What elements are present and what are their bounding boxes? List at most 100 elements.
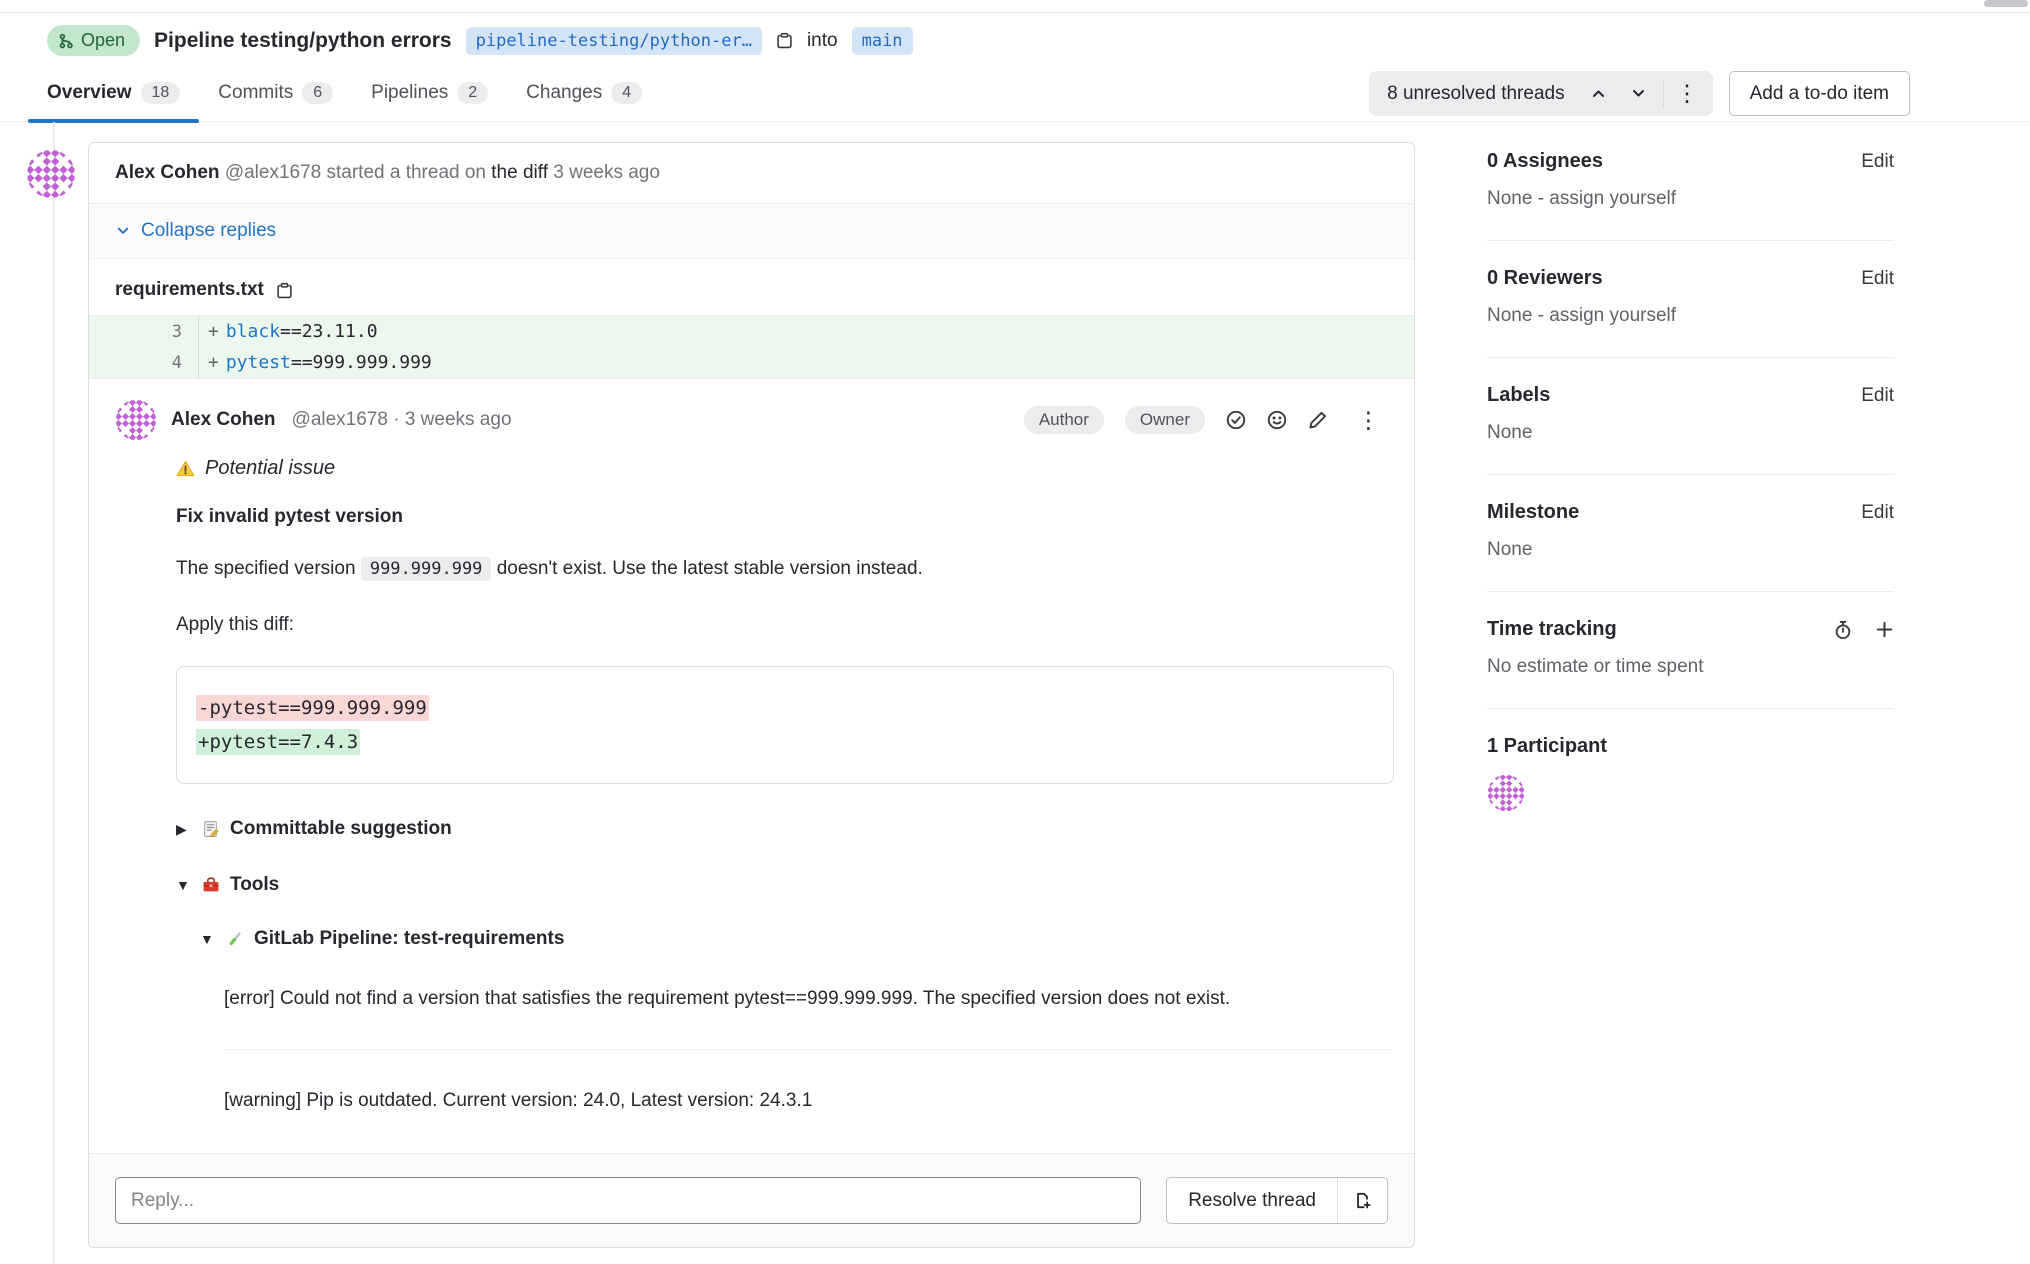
committable-suggestion-toggle[interactable]: ▶ Committable suggestion [176, 818, 1388, 840]
comment-paragraph: The specified version 999.999.999 doesn'… [176, 554, 1388, 584]
tab-changes[interactable]: Changes 4 [507, 64, 661, 121]
package-version: ==23.11.0 [280, 321, 378, 342]
comment-options-kebab-menu[interactable]: ⋮ [1349, 409, 1388, 432]
owner-badge: Owner [1125, 406, 1205, 434]
tab-pipelines[interactable]: Pipelines 2 [352, 64, 507, 121]
triangle-down-icon: ▼ [176, 877, 192, 893]
toolbox-icon [202, 876, 220, 894]
participant-avatar[interactable] [1487, 774, 1525, 812]
source-branch-badge[interactable]: pipeline-testing/python-er… [466, 27, 762, 55]
comment: Alex Cohen @alex1678 · 3 weeks ago Autho… [89, 379, 1414, 1153]
comment-actions: Author Owner ⋮ [1024, 406, 1388, 434]
check-circle-icon [1226, 410, 1246, 430]
reply-input[interactable] [115, 1177, 1141, 1224]
collapse-replies-label: Collapse replies [141, 220, 276, 242]
diff-snippet: 3 +black==23.11.0 4 +pytest==999.999.999 [89, 315, 1414, 379]
pipeline-toggle[interactable]: ▼ GitLab Pipeline: test-requirements [200, 928, 1388, 950]
reviewers-edit-button[interactable]: Edit [1861, 268, 1894, 290]
create-issue-to-resolve-button[interactable] [1338, 1178, 1387, 1223]
diff-line-code: + black==23.11.0 [199, 321, 378, 342]
diff-plus-sign: + [208, 352, 219, 373]
pipeline-label: GitLab Pipeline: test-requirements [254, 928, 564, 950]
triangle-right-icon: ▶ [176, 821, 192, 838]
time-tracking-help-button[interactable] [1833, 620, 1853, 640]
into-label: into [807, 30, 838, 52]
tab-commits-count: 6 [302, 82, 333, 104]
collapse-replies-toggle[interactable]: Collapse replies [115, 220, 276, 242]
potential-issue-label: Potential issue [205, 457, 335, 480]
reviewers-section: 0 Reviewers Edit None - assign yourself [1487, 241, 1894, 358]
diff-line-added[interactable]: 3 +black==23.11.0 [89, 316, 1414, 347]
comment-author-name[interactable]: Alex Cohen [171, 409, 276, 431]
new-issue-icon [1353, 1191, 1372, 1210]
comment-author-avatar[interactable] [115, 399, 157, 441]
add-todo-button[interactable]: Add a to-do item [1729, 71, 1910, 116]
stopwatch-icon [1833, 620, 1853, 640]
add-time-entry-button[interactable] [1875, 620, 1894, 639]
milestone-edit-button[interactable]: Edit [1861, 502, 1894, 524]
diff-line-number: 4 [89, 347, 199, 378]
chevron-down-icon [115, 223, 131, 239]
comment-header: Alex Cohen @alex1678 · 3 weeks ago Autho… [115, 399, 1388, 441]
thread-options-kebab-menu[interactable]: ⋮ [1668, 82, 1707, 105]
inline-code-version: 999.999.999 [361, 557, 492, 581]
memo-icon [202, 820, 220, 838]
author-badge: Author [1024, 406, 1104, 434]
thread-footer: Resolve thread [89, 1153, 1414, 1247]
diff-line-added[interactable]: 4 +pytest==999.999.999 [89, 347, 1414, 378]
labels-section: Labels Edit None [1487, 358, 1894, 475]
thread-author-name[interactable]: Alex Cohen [115, 162, 220, 183]
tab-commits-label: Commits [218, 82, 293, 104]
file-name[interactable]: requirements.txt [115, 279, 264, 301]
reviewers-title: 0 Reviewers [1487, 267, 1603, 290]
target-branch-badge[interactable]: main [852, 27, 913, 55]
status-badge: Open [47, 25, 140, 56]
package-name: black [226, 321, 280, 342]
package-version: ==999.999.999 [291, 352, 432, 373]
suggested-diff-code-block: -pytest==999.999.999 +pytest==7.4.3 [176, 666, 1394, 784]
removed-line: -pytest==999.999.999 [196, 691, 1374, 725]
file-row: requirements.txt [89, 259, 1414, 315]
chevron-up-icon [1590, 85, 1607, 102]
copy-branch-button[interactable] [776, 32, 793, 49]
tab-commits[interactable]: Commits 6 [199, 64, 352, 121]
labels-edit-button[interactable]: Edit [1861, 385, 1894, 407]
participants-section: 1 Participant [1487, 709, 1894, 842]
comment-meta[interactable]: @alex1678 · 3 weeks ago [292, 409, 512, 431]
plus-icon [1875, 620, 1894, 639]
thread-author-avatar[interactable] [26, 149, 76, 199]
potential-issue-row: Potential issue [176, 457, 1388, 480]
thread-timestamp[interactable]: 3 weeks ago [553, 162, 660, 183]
assignees-edit-button[interactable]: Edit [1861, 151, 1894, 173]
horizontal-scrollbar[interactable] [1984, 0, 2028, 7]
tab-overview[interactable]: Overview 18 [28, 64, 199, 121]
time-tracking-title: Time tracking [1487, 618, 1617, 641]
resolve-comment-button[interactable] [1226, 410, 1246, 430]
edit-comment-button[interactable] [1308, 410, 1328, 430]
resolve-button-group: Resolve thread [1166, 1177, 1388, 1224]
pipeline-output: [error] Could not find a version that sa… [224, 982, 1388, 1117]
the-diff-link[interactable]: the diff [491, 162, 548, 183]
pencil-icon [1308, 410, 1328, 430]
removed-line-text: -pytest==999.999.999 [196, 695, 429, 721]
assignees-value[interactable]: None - assign yourself [1487, 188, 1894, 210]
comment-body: Potential issue Fix invalid pytest versi… [115, 457, 1388, 1117]
triangle-down-icon: ▼ [200, 931, 216, 947]
chevron-down-icon [1630, 85, 1647, 102]
mr-sidebar: 0 Assignees Edit None - assign yourself … [1470, 122, 2030, 1248]
add-reaction-button[interactable] [1267, 410, 1287, 430]
assignees-title: 0 Assignees [1487, 150, 1603, 173]
copy-file-path-button[interactable] [276, 282, 293, 299]
copy-icon [776, 32, 793, 49]
committable-suggestion-label: Committable suggestion [230, 818, 452, 840]
resolve-thread-button[interactable]: Resolve thread [1167, 1178, 1337, 1223]
screwdriver-icon [226, 930, 244, 948]
comment-title: Fix invalid pytest version [176, 506, 1388, 528]
assignees-section: 0 Assignees Edit None - assign yourself [1487, 124, 1894, 241]
diff-plus-sign: + [208, 321, 219, 342]
next-thread-button[interactable] [1619, 76, 1659, 112]
tools-toggle[interactable]: ▼ Tools [176, 874, 1388, 896]
reviewers-value[interactable]: None - assign yourself [1487, 305, 1894, 327]
pipeline-error-text: [error] Could not find a version that sa… [224, 982, 1374, 1015]
previous-thread-button[interactable] [1579, 76, 1619, 112]
